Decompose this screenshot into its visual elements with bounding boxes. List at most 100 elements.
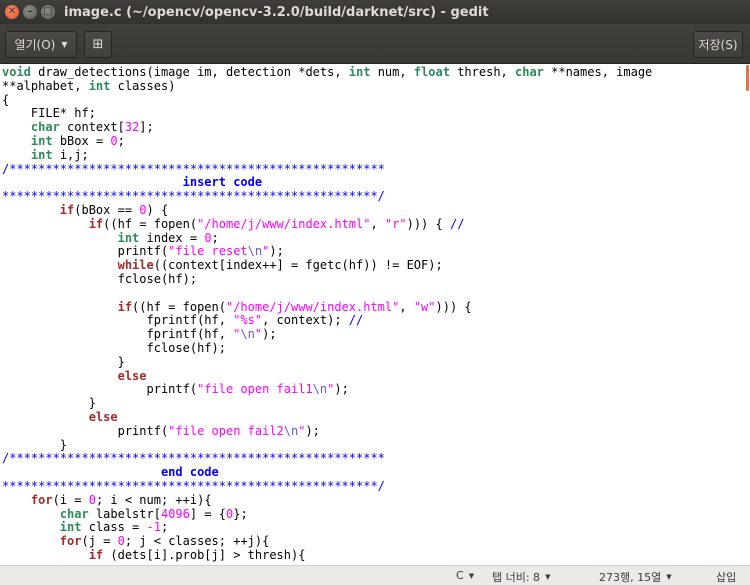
code-token: /***************************************… bbox=[2, 451, 385, 466]
code-token: // bbox=[348, 313, 364, 328]
insert-mode-label: 삽입 bbox=[716, 571, 737, 584]
code-line: { bbox=[2, 92, 652, 108]
window-close-button[interactable]: ✕ bbox=[5, 5, 19, 19]
code-token: FILE* hf; bbox=[2, 106, 96, 121]
window-minimize-button[interactable]: – bbox=[23, 5, 37, 19]
code-token: thresh, bbox=[449, 65, 515, 79]
code-token: ; bbox=[117, 133, 125, 148]
scrollbar-indicator[interactable] bbox=[746, 65, 749, 91]
code-token: ); bbox=[305, 423, 320, 438]
code-token: (bBox == bbox=[74, 202, 140, 217]
code-token: ); bbox=[262, 327, 277, 342]
code-token: ); bbox=[269, 244, 284, 259]
new-document-icon: ⊞ bbox=[92, 37, 104, 52]
code-token: printf( bbox=[2, 423, 169, 438]
code-token: int bbox=[59, 520, 82, 535]
code-token: ); bbox=[334, 382, 349, 397]
code-line: ****************************************… bbox=[2, 479, 652, 494]
code-token: int bbox=[348, 65, 371, 79]
code-line: **alphabet, int classes) bbox=[2, 78, 652, 94]
language-selector[interactable]: C ▼ bbox=[456, 569, 474, 582]
code-text[interactable]: void draw_detections(image im, detection… bbox=[2, 65, 652, 563]
code-line: if(bBox == 0) { bbox=[2, 202, 652, 218]
code-token: ; j < classes; ++j){ bbox=[124, 534, 270, 549]
code-line: int class = -1; bbox=[2, 520, 652, 535]
code-line: else bbox=[2, 410, 652, 425]
code-token: index = bbox=[139, 230, 205, 245]
code-line: end code bbox=[2, 465, 652, 480]
code-token: end code bbox=[160, 465, 219, 480]
code-token: \n bbox=[312, 382, 328, 397]
chevron-down-icon: ▼ bbox=[468, 571, 475, 580]
code-token: int bbox=[88, 78, 111, 93]
code-token: "w" bbox=[413, 299, 436, 314]
code-token: // bbox=[449, 216, 465, 231]
code-line: int bBox = 0; bbox=[2, 133, 652, 149]
code-line: int i,j; bbox=[2, 148, 652, 163]
cursor-position[interactable]: 273행, 15열 ▼ bbox=[599, 569, 672, 585]
code-line: ****************************************… bbox=[2, 189, 652, 204]
code-token: printf( bbox=[2, 244, 169, 259]
code-line: if((hf = fopen("/home/j/www/index.html",… bbox=[2, 216, 652, 232]
code-line: printf("file open fail1\n"); bbox=[2, 382, 652, 397]
code-token: 4096 bbox=[160, 506, 190, 521]
insert-mode[interactable]: 삽입 bbox=[716, 569, 736, 585]
code-line: fprintf(hf, "%s", context); // bbox=[2, 313, 652, 328]
code-token: 0 bbox=[88, 492, 96, 507]
tab-width-selector[interactable]: 탭 너비: 8 ▼ bbox=[492, 569, 550, 585]
code-token: printf( bbox=[2, 382, 198, 397]
new-tab-button[interactable]: ⊞ bbox=[84, 31, 112, 58]
code-token: { bbox=[2, 92, 10, 107]
save-button[interactable]: 저장(S) bbox=[693, 31, 743, 58]
code-token: for bbox=[30, 492, 53, 507]
code-line: int index = 0; bbox=[2, 230, 652, 246]
code-line: fclose(hf); bbox=[2, 341, 652, 356]
code-token: draw_detections(image im, detection *det… bbox=[30, 65, 349, 79]
open-button-label: 열기(O) bbox=[14, 38, 56, 52]
window-controls: ✕ – □ bbox=[5, 5, 55, 19]
code-line: } bbox=[2, 438, 652, 453]
code-token: num, bbox=[370, 65, 414, 79]
code-token: \n bbox=[240, 327, 255, 342]
code-token: , bbox=[370, 216, 385, 231]
code-token: ]; bbox=[139, 120, 154, 135]
close-icon: ✕ bbox=[7, 6, 17, 17]
window-title: image.c (~/opencv/opencv-3.2.0/build/dar… bbox=[64, 4, 489, 20]
code-token: if bbox=[117, 299, 133, 314]
code-editor[interactable]: void draw_detections(image im, detection… bbox=[0, 65, 750, 565]
window-maximize-button[interactable]: □ bbox=[41, 5, 55, 19]
open-button[interactable]: 열기(O) ▼ bbox=[5, 31, 77, 58]
code-token: context[ bbox=[59, 120, 125, 135]
code-token: ((hf = fopen( bbox=[103, 216, 198, 231]
code-line: } bbox=[2, 396, 652, 411]
code-token: ; bbox=[211, 230, 219, 245]
code-token: ((hf = fopen( bbox=[132, 299, 226, 314]
code-token: fprintf(hf, bbox=[2, 327, 234, 342]
code-token: 32 bbox=[124, 120, 140, 135]
code-token: int bbox=[117, 230, 140, 245]
code-token: ))) { bbox=[406, 216, 450, 231]
code-line: /***************************************… bbox=[2, 451, 652, 466]
code-line: fclose(hf); bbox=[2, 272, 652, 287]
code-token: else bbox=[117, 368, 147, 383]
code-token: } bbox=[2, 396, 96, 411]
code-token: ((context[index++] = fgetc(hf)) != EOF); bbox=[153, 258, 443, 273]
code-token: classes) bbox=[110, 78, 176, 93]
code-line: else bbox=[2, 368, 652, 384]
code-token: if bbox=[88, 547, 104, 562]
code-line: for(i = 0; i < num; ++i){ bbox=[2, 492, 652, 508]
code-token: ] = { bbox=[189, 506, 226, 521]
code-line: char context[32]; bbox=[2, 120, 652, 135]
cursor-position-label: 273행, 15열 bbox=[599, 571, 662, 584]
code-token: void bbox=[2, 65, 31, 79]
code-line: FILE* hf; bbox=[2, 106, 652, 121]
code-token: labelstr[ bbox=[88, 506, 161, 521]
code-token: }; bbox=[233, 506, 248, 521]
